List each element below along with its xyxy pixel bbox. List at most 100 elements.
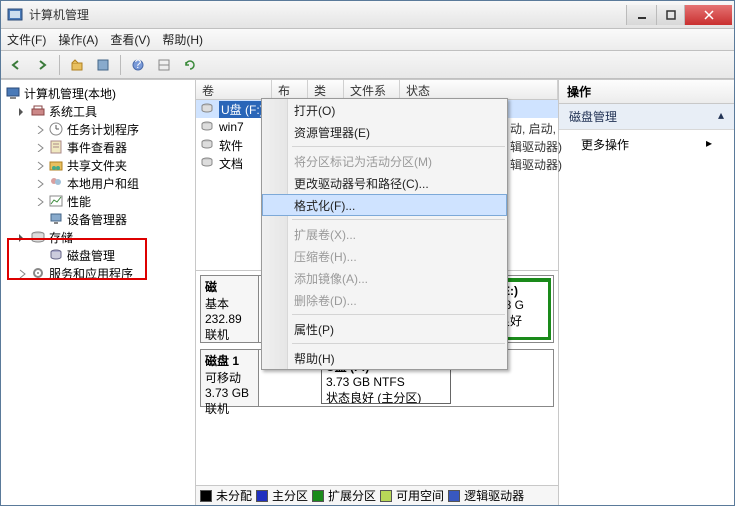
titlebar: 计算机管理 [1,1,734,29]
volume-name: 软件 [219,137,243,154]
tree-storage[interactable]: 存储 [3,228,193,246]
maximize-button[interactable] [656,5,684,25]
tree-local-users[interactable]: 本地用户和组 [3,174,193,192]
col-type[interactable]: 类型 [308,80,344,99]
col-volume[interactable]: 卷 [196,80,272,99]
ctx-mark-active: 将分区标记为活动分区(M) [262,150,507,172]
swatch-primary [256,490,268,502]
disk-name-label: 磁 [205,278,254,295]
swatch-logical [448,490,460,502]
tools-icon [30,103,46,119]
tree-device-manager[interactable]: 设备管理器 [3,210,193,228]
disk-label: 磁盘 1 [205,352,254,369]
up-button[interactable] [66,54,88,76]
tree-task-scheduler[interactable]: 任务计划程序 [3,120,193,138]
help-button[interactable]: ? [127,54,149,76]
tree-label: 任务计划程序 [67,121,139,138]
tree-panel: 计算机管理(本地) 系统工具 任务计划程序 事件查看器 共享文件夹 [1,80,196,505]
text-fragment: 辑驱动器) [510,138,562,155]
expander-icon[interactable] [17,106,28,117]
disk-type: 基本 [205,295,254,312]
col-status[interactable]: 状态 [400,80,558,99]
expander-icon[interactable] [35,124,46,135]
menu-help[interactable]: 帮助(H) [162,31,203,48]
text-fragment: 动, 启动, [510,120,556,137]
legend-extended: 扩展分区 [328,487,376,504]
col-fs[interactable]: 文件系统 [344,80,400,99]
disk-size: 3.73 GB [205,386,254,400]
volume-name: 文档 [219,155,243,172]
swatch-extended [312,490,324,502]
ctx-shrink: 压缩卷(H)... [262,245,507,267]
window-buttons [626,5,732,25]
folder-share-icon [48,157,64,173]
volume-icon [200,138,216,152]
legend-unalloc: 未分配 [216,487,252,504]
ctx-open[interactable]: 打开(O) [262,99,507,121]
ctx-explorer[interactable]: 资源管理器(E) [262,121,507,143]
expander-icon[interactable] [35,178,46,189]
tree-root[interactable]: 计算机管理(本地) [3,84,193,102]
tree-label: 设备管理器 [67,211,127,228]
window-title: 计算机管理 [29,6,626,23]
expander-icon[interactable] [35,160,46,171]
disk-status: 联机 [205,326,254,343]
window: 计算机管理 文件(F) 操作(A) 查看(V) 帮助(H) ? 计算机管理(本地… [0,0,735,506]
partition-status: 状态良好 (主分区) [326,389,446,404]
computer-icon [5,85,21,101]
collapse-icon: ▴ [718,108,724,125]
context-menu: 打开(O) 资源管理器(E) 将分区标记为活动分区(M) 更改驱动器号和路径(C… [261,98,508,370]
refresh-button[interactable] [179,54,201,76]
app-icon [7,7,23,23]
view-button[interactable] [153,54,175,76]
actions-category-label: 磁盘管理 [569,108,617,125]
ctx-mirror: 添加镜像(A)... [262,267,507,289]
tree-disk-management[interactable]: 磁盘管理 [3,246,193,264]
ctx-delete: 删除卷(D)... [262,289,507,311]
volume-icon [200,102,216,116]
ctx-help[interactable]: 帮助(H) [262,347,507,369]
chevron-right-icon: ▸ [706,136,712,153]
users-icon [48,175,64,191]
actions-more-label: 更多操作 [581,136,629,153]
ctx-properties[interactable]: 属性(P) [262,318,507,340]
ctx-change-letter[interactable]: 更改驱动器号和路径(C)... [262,172,507,194]
tree-label: 本地用户和组 [67,175,139,192]
properties-button[interactable] [92,54,114,76]
expander-icon[interactable] [17,268,28,279]
ctx-format[interactable]: 格式化(F)... [262,194,507,216]
close-button[interactable] [684,5,732,25]
expander-icon[interactable] [35,142,46,153]
swatch-free [380,490,392,502]
volume-name: U盘 (F:) [219,101,266,118]
expander-icon[interactable] [35,196,46,207]
expander-icon[interactable] [17,232,28,243]
volume-name: win7 [219,120,244,134]
svg-text:?: ? [135,58,142,71]
minimize-button[interactable] [626,5,656,25]
col-layout[interactable]: 布局 [272,80,308,99]
back-button[interactable] [5,54,27,76]
disk-info: 磁盘 1 可移动 3.73 GB 联机 [201,350,259,406]
tree-event-viewer[interactable]: 事件查看器 [3,138,193,156]
tree-system-tools[interactable]: 系统工具 [3,102,193,120]
tree-label: 性能 [67,193,91,210]
legend-free: 可用空间 [396,487,444,504]
menu-view[interactable]: 查看(V) [110,31,150,48]
actions-category[interactable]: 磁盘管理 ▴ [559,104,734,130]
tree-root-label: 计算机管理(本地) [24,85,116,102]
actions-more[interactable]: 更多操作 ▸ [559,130,734,159]
tree-services[interactable]: 服务和应用程序 [3,264,193,282]
menu-action[interactable]: 操作(A) [58,31,98,48]
tree-performance[interactable]: 性能 [3,192,193,210]
clock-icon [48,121,64,137]
forward-button[interactable] [31,54,53,76]
menu-file[interactable]: 文件(F) [7,31,46,48]
volume-icon [200,156,216,170]
volume-icon [200,120,216,134]
actions-panel: 操作 磁盘管理 ▴ 更多操作 ▸ [559,80,734,505]
toolbar: ? [1,51,734,79]
storage-icon [30,229,46,245]
tree-shared-folders[interactable]: 共享文件夹 [3,156,193,174]
partition-detail: 3.73 GB NTFS [326,375,446,389]
